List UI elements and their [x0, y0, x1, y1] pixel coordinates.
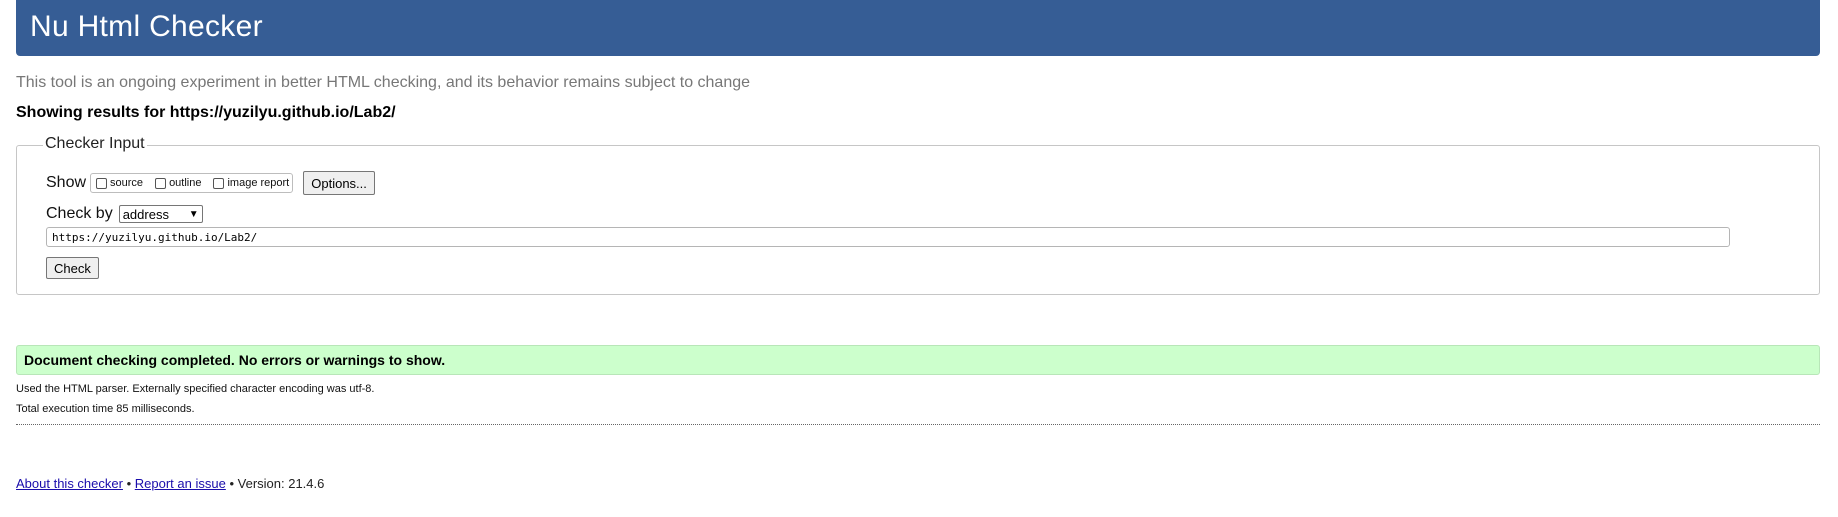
- checker-input-legend: Checker Input: [43, 135, 147, 153]
- parser-info: Used the HTML parser. Externally specifi…: [16, 383, 375, 395]
- source-checkbox-label: source: [110, 177, 144, 189]
- check-by-select[interactable]: address ▼: [118, 205, 203, 223]
- execution-time: Total execution time 85 milliseconds.: [16, 403, 195, 415]
- outline-checkbox[interactable]: [155, 177, 167, 189]
- checker-input-fieldset: Checker Input Show source outline image …: [16, 135, 1820, 295]
- image-report-checkbox-label: image report: [227, 177, 290, 189]
- footer-separator: •: [126, 476, 132, 491]
- results-for-heading: Showing results for https://yuzilyu.gith…: [16, 104, 396, 121]
- options-button[interactable]: Options...: [303, 171, 375, 195]
- show-label: Show: [46, 174, 87, 191]
- show-source-option[interactable]: source: [92, 177, 143, 189]
- url-input[interactable]: https://yuzilyu.github.io/Lab2/: [46, 227, 1730, 247]
- show-options-group: source outline image report: [90, 173, 294, 193]
- page: Nu Html Checker This tool is an ongoing …: [0, 0, 1838, 517]
- source-checkbox[interactable]: [96, 177, 108, 189]
- check-button[interactable]: Check: [46, 257, 99, 279]
- footer-separator: •: [229, 476, 235, 491]
- header-bar: Nu Html Checker: [16, 0, 1820, 56]
- success-message: Document checking completed. No errors o…: [16, 345, 1820, 375]
- show-outline-option[interactable]: outline: [151, 177, 201, 189]
- divider: [16, 424, 1820, 425]
- chevron-down-icon: ▼: [188, 208, 199, 220]
- show-image-report-option[interactable]: image report: [209, 177, 289, 189]
- about-checker-link[interactable]: About this checker: [16, 476, 123, 491]
- check-by-label: Check by: [46, 205, 113, 222]
- check-by-selected-value: address: [122, 206, 169, 222]
- version-text: Version: 21.4.6: [237, 476, 325, 491]
- check-by-row: Check by address ▼: [46, 205, 203, 223]
- image-report-checkbox[interactable]: [213, 177, 225, 189]
- report-issue-link[interactable]: Report an issue: [135, 476, 226, 491]
- outline-checkbox-label: outline: [169, 177, 202, 189]
- tagline: This tool is an ongoing experiment in be…: [16, 74, 751, 91]
- show-row: Show source outline image report Options…: [46, 171, 375, 195]
- footer: About this checker • Report an issue • V…: [16, 476, 324, 491]
- page-title: Nu Html Checker: [30, 10, 263, 43]
